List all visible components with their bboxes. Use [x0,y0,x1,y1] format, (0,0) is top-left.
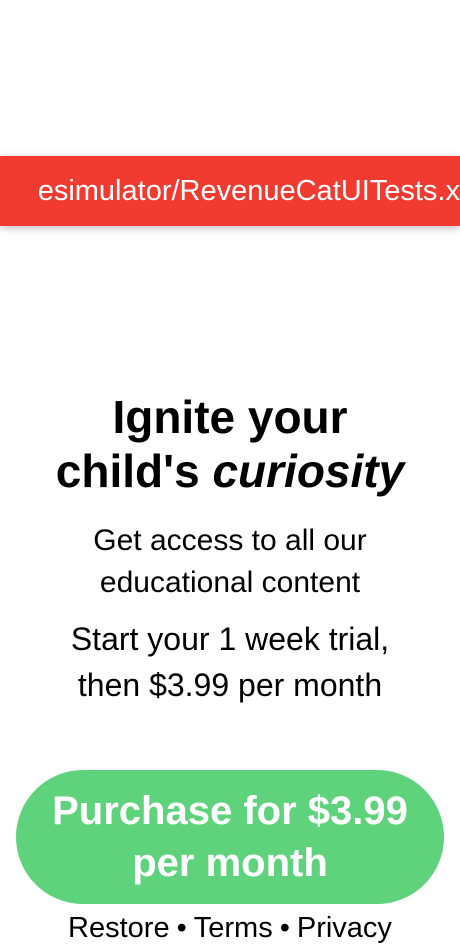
paywall-subtitle: Get access to all our educational conten… [93,524,367,599]
privacy-link[interactable]: Privacy [297,912,392,944]
title-line-2-plain: child's [55,445,213,497]
title-line-1: Ignite your [112,391,348,443]
offer-details: Start your 1 week trial, then $3.99 per … [70,621,390,703]
paywall-title: Ignite your child's curiosity [0,390,460,498]
restore-link[interactable]: Restore [68,912,170,944]
debug-banner: esimulator/RevenueCatUITests.x [0,156,460,226]
title-line-2-italic: curiosity [212,445,405,497]
separator-dot: • [176,912,187,944]
paywall-content: Ignite your child's curiosity Get access… [0,390,460,708]
debug-banner-text: esimulator/RevenueCatUITests.x [37,175,460,207]
purchase-button-label: Purchase for $3.99 per month [52,789,408,885]
terms-link[interactable]: Terms [194,912,273,944]
footer-links: Restore • Terms • Privacy [0,906,460,950]
purchase-button[interactable]: Purchase for $3.99 per month [16,770,444,904]
separator-dot: • [279,912,290,944]
